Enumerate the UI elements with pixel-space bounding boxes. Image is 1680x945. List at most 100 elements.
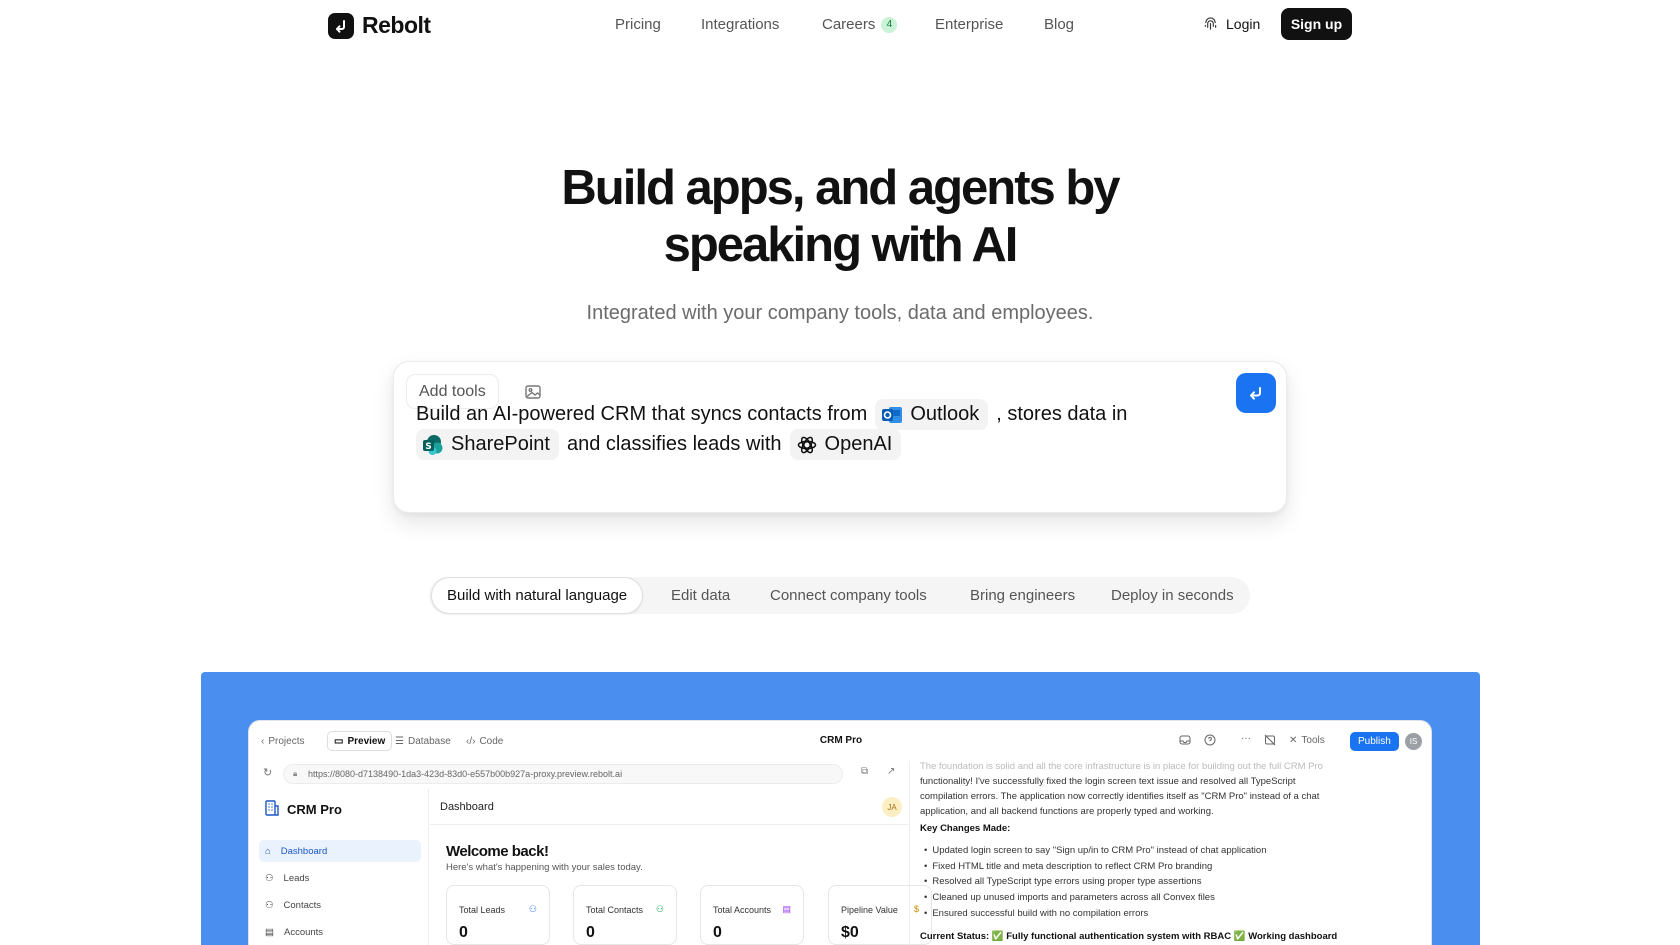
stat-card-total-leads[interactable]: Total Leads ⚇ 0: [446, 885, 550, 945]
app-toolbar: ‹ Projects ▭ Preview ☰ Database ‹/› Code…: [249, 721, 1431, 761]
url-text: https://8080-d7138490-1da3-423d-83d0-e55…: [308, 769, 623, 779]
crm-dashboard: Dashboard JA Welcome back! Here's what's…: [430, 789, 932, 945]
browser-url-bar: ↻ 🔒︎ https://8080-d7138490-1da3-423d-83d…: [255, 761, 903, 787]
chip-sharepoint-label: SharePoint: [451, 433, 550, 455]
inbox-icon[interactable]: [1179, 734, 1191, 746]
chip-openai[interactable]: OpenAI: [789, 429, 902, 460]
login-link[interactable]: Login: [1203, 16, 1260, 32]
tools-button[interactable]: ✕ Tools: [1289, 735, 1325, 746]
app-preview-window: ‹ Projects ▭ Preview ☰ Database ‹/› Code…: [248, 720, 1432, 945]
dashboard-title: Dashboard: [440, 801, 494, 813]
current-status: Current Status: ✅ Fully functional authe…: [920, 931, 1340, 942]
hero-title: Build apps, and agents by speaking with …: [0, 160, 1680, 274]
chip-outlook-label: Outlook: [910, 403, 980, 425]
tools-icon: ✕: [1289, 735, 1298, 746]
sidebar-item-label: Contacts: [283, 899, 322, 911]
hide-icon[interactable]: [1264, 734, 1276, 746]
chip-outlook[interactable]: Outlook: [875, 399, 989, 430]
prompt-box[interactable]: Add tools Build an AI-powered CRM that s…: [393, 361, 1287, 513]
stat-card-total-accounts[interactable]: Total Accounts ▤ 0: [700, 885, 804, 945]
stat-label: Pipeline Value: [841, 905, 898, 915]
lock-icon: 🔒︎: [293, 769, 298, 778]
sidebar-item-contacts[interactable]: ⚇ Contacts: [259, 894, 421, 916]
nav-link-blog[interactable]: Blog: [1044, 16, 1074, 33]
crm-sidebar: CRM Pro ⌂ Dashboard ⚇ Leads ⚇ Contacts ▤…: [249, 789, 429, 945]
stat-value: 0: [586, 924, 595, 941]
chat-paragraph: functionality! I've successfully fixed t…: [920, 776, 1320, 817]
tools-label: Tools: [1301, 735, 1325, 746]
login-label: Login: [1226, 16, 1261, 32]
list-item: Ensured successful build with no compila…: [924, 906, 1266, 922]
list-item: Fixed HTML title and meta description to…: [924, 859, 1266, 875]
ai-chat-panel: The foundation is solid and all the core…: [909, 761, 1431, 945]
copy-icon[interactable]: ⧉: [861, 766, 868, 777]
svg-text:S: S: [425, 442, 431, 452]
prompt-line-1: Build an AI-powered CRM that syncs conta…: [416, 399, 1135, 430]
top-nav: Rebolt Pricing Integrations Careers 4 En…: [0, 0, 1680, 48]
sharepoint-icon: S: [422, 434, 444, 456]
home-icon: ⌂: [265, 845, 271, 857]
enter-arrow-icon: [1250, 387, 1261, 400]
tab-connect-company-tools[interactable]: Connect company tools: [770, 577, 927, 614]
tab-deploy-in-seconds[interactable]: Deploy in seconds: [1111, 577, 1234, 614]
key-changes-title: Key Changes Made:: [920, 823, 1011, 834]
crm-brand-name: CRM Pro: [287, 802, 342, 817]
stat-card-total-contacts[interactable]: Total Contacts ⚇ 0: [573, 885, 677, 945]
nav-link-careers[interactable]: Careers 4: [822, 16, 898, 33]
user-avatar-ja[interactable]: JA: [882, 797, 902, 817]
external-link-icon[interactable]: ↗: [887, 766, 895, 777]
welcome-heading: Welcome back!: [446, 843, 549, 860]
stat-value: $0: [841, 924, 859, 941]
crm-brand: CRM Pro: [263, 799, 342, 820]
nav-link-integrations[interactable]: Integrations: [701, 16, 779, 33]
app-title: CRM Pro: [819, 735, 863, 746]
chat-faded-line: The foundation is solid and all the core…: [920, 761, 1323, 772]
list-item: Resolved all TypeScript type errors usin…: [924, 874, 1266, 890]
building-icon: [263, 799, 281, 820]
more-icon[interactable]: ···: [1241, 733, 1251, 744]
send-button[interactable]: [1236, 373, 1276, 413]
user-plus-icon: ⚇: [265, 872, 274, 884]
stat-label: Total Accounts: [713, 905, 772, 915]
fingerprint-icon: [1203, 16, 1218, 32]
sidebar-item-label: Accounts: [283, 926, 324, 938]
dashboard-header: Dashboard JA: [430, 789, 908, 825]
stat-label: Total Leads: [459, 905, 506, 915]
prompt-text-1: Build an AI-powered CRM that syncs conta…: [416, 403, 868, 425]
hero-title-line-2: speaking with AI: [663, 218, 1019, 272]
chip-openai-label: OpenAI: [824, 433, 893, 455]
building-small-icon: ▤: [265, 926, 274, 938]
stat-value: 0: [459, 924, 468, 941]
sidebar-item-label: Leads: [283, 872, 310, 884]
openai-icon: [796, 434, 818, 456]
user-plus-icon: ⚇: [528, 904, 537, 914]
chip-sharepoint[interactable]: S SharePoint: [416, 429, 559, 460]
users-icon: ⚇: [265, 899, 274, 911]
prompt-text-3: and classifies leads with: [566, 433, 782, 455]
nav-link-pricing[interactable]: Pricing: [615, 16, 661, 33]
reload-icon[interactable]: ↻: [263, 766, 272, 779]
tab-build-with-natural-language[interactable]: Build with natural language: [431, 577, 644, 614]
tab-edit-data[interactable]: Edit data: [671, 577, 730, 614]
hero-subtitle: Integrated with your company tools, data…: [586, 302, 1094, 324]
key-changes-list: Updated login screen to say "Sign up/in …: [924, 843, 1266, 922]
sidebar-item-accounts[interactable]: ▤ Accounts: [259, 921, 421, 943]
publish-button[interactable]: Publish: [1350, 732, 1399, 751]
nav-links: Pricing Integrations Careers 4 Enterpris…: [0, 16, 1680, 36]
outlook-icon: [881, 404, 903, 426]
sidebar-item-leads[interactable]: ⚇ Leads: [259, 867, 421, 889]
careers-count-badge: 4: [881, 16, 898, 33]
users-icon: ⚇: [655, 904, 664, 914]
user-avatar[interactable]: IS: [1405, 733, 1422, 750]
tab-bring-engineers[interactable]: Bring engineers: [970, 577, 1075, 614]
hero-title-line-1: Build apps, and agents by: [561, 161, 1120, 215]
prompt-line-2: S SharePoint and classifies leads with O…: [416, 429, 909, 460]
nav-link-enterprise[interactable]: Enterprise: [935, 16, 1003, 33]
welcome-subtitle: Here's what's happening with your sales …: [446, 862, 643, 873]
signup-button[interactable]: Sign up: [1281, 8, 1352, 40]
help-icon[interactable]: [1204, 734, 1216, 746]
feature-tabs: Build with natural language Edit data Co…: [429, 577, 1250, 614]
nav-link-careers-label: Careers: [822, 16, 876, 33]
url-field[interactable]: 🔒︎ https://8080-d7138490-1da3-423d-83d0-…: [283, 764, 843, 784]
sidebar-item-dashboard[interactable]: ⌂ Dashboard: [259, 840, 421, 862]
